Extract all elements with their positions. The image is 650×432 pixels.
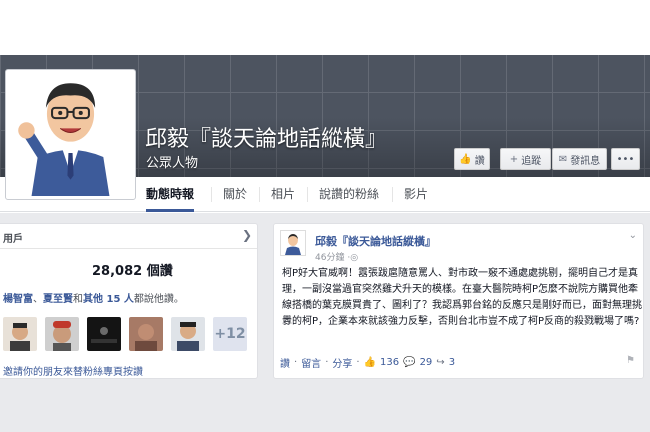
comment-button[interactable]: 留言 <box>301 355 321 370</box>
like-page-button[interactable]: 👍 讚 <box>454 148 490 170</box>
likers-suffix: 都說他讚。 <box>133 294 184 305</box>
invite-friends-link[interactable]: 邀請你的朋友來替粉絲專頁按讚 <box>3 363 143 378</box>
tab-divider <box>211 187 212 202</box>
thumbs-up-icon: 👍 <box>459 153 472 165</box>
share-count[interactable]: 3 <box>449 357 455 368</box>
tab-videos[interactable]: 影片 <box>404 177 428 212</box>
chevron-right-icon[interactable]: ❯ <box>242 228 252 242</box>
avatar[interactable] <box>45 317 79 351</box>
follow-button[interactable]: + 追蹤 <box>500 148 551 170</box>
likes-card: 用戶 ❯ 28,082 個讚 楊智富、夏至賢和其他 15 人都說他讚。 +12 … <box>0 223 258 379</box>
likes-card-header[interactable]: 用戶 ❯ <box>0 224 257 249</box>
likes-card-title: 用戶 <box>3 234 23 245</box>
tab-about[interactable]: 關於 <box>223 177 247 212</box>
friend-avatars: +12 <box>3 317 247 351</box>
tab-timeline[interactable]: 動態時報 <box>146 177 195 212</box>
avatar[interactable] <box>171 317 205 351</box>
cartoon-avatar-icon <box>281 231 305 255</box>
tab-divider <box>307 187 308 202</box>
post-timestamp[interactable]: 46分鐘 ·◎ <box>315 250 358 263</box>
and-text: 和 <box>73 294 83 305</box>
tab-photos[interactable]: 相片 <box>271 177 295 212</box>
follow-button-label: 追蹤 <box>521 155 542 167</box>
comment-count[interactable]: 29 <box>420 357 433 368</box>
post-author-avatar[interactable] <box>280 230 306 256</box>
comment-icon: 💬 <box>403 357 416 368</box>
friends-who-like: 楊智富、夏至賢和其他 15 人都說他讚。 <box>3 294 184 305</box>
like-post-button[interactable]: 讚 <box>280 355 290 370</box>
plus-icon: + <box>509 153 519 165</box>
post-body: 柯P好大官威啊！囂張跋扈隨意罵人、對市政一竅不通處處挑剔，擺明自己才是真理，一副… <box>282 268 642 327</box>
avatar[interactable] <box>87 317 121 351</box>
profile-picture[interactable] <box>5 69 136 200</box>
tab-divider <box>259 187 260 202</box>
chevron-down-icon[interactable]: ⌄ <box>629 230 637 241</box>
message-button[interactable]: ✉ 發訊息 <box>552 148 607 170</box>
others-link[interactable]: 其他 15 人 <box>83 294 134 305</box>
friend-link[interactable]: 楊智富 <box>3 294 33 305</box>
likes-count: 28,082 個讚 <box>92 264 173 279</box>
flag-icon[interactable]: ⚑ <box>626 355 635 366</box>
page-title[interactable]: 邱毅『談天論地話縱橫』 <box>145 121 387 153</box>
post-author-name[interactable]: 邱毅『談天論地話縱橫』 <box>315 233 436 249</box>
avatar[interactable] <box>3 317 37 351</box>
message-icon: ✉ <box>558 153 568 165</box>
page-category: 公眾人物 <box>146 156 199 171</box>
share-button[interactable]: 分享 <box>332 355 352 370</box>
like-button-label: 讚 <box>474 155 485 167</box>
tab-divider <box>392 187 393 202</box>
thumbs-up-icon: 👍 <box>363 357 377 368</box>
friend-link[interactable]: 夏至賢 <box>43 294 73 305</box>
cartoon-portrait-icon <box>9 73 132 196</box>
globe-icon: ·◎ <box>347 253 359 263</box>
avatar[interactable] <box>129 317 163 351</box>
like-count[interactable]: 136 <box>380 357 399 368</box>
post-actions: 讚 · 留言 · 分享 · 👍 136 💬 29 ↪ 3 <box>280 355 456 370</box>
post-time-text: 46分鐘 <box>315 253 345 263</box>
more-friends-button[interactable]: +12 <box>213 317 247 351</box>
share-icon: ↪ <box>436 357 445 368</box>
more-dots-icon: ••• <box>616 153 635 165</box>
timeline-post: 邱毅『談天論地話縱橫』 46分鐘 ·◎ ⌄ 柯P好大官威啊！囂張跋扈隨意罵人、對… <box>273 223 644 379</box>
invite-link-text: 邀請你的朋友來替粉絲專頁按讚 <box>3 367 143 378</box>
message-button-label: 發訊息 <box>570 155 601 167</box>
tab-likes[interactable]: 說讚的粉絲 <box>319 177 379 212</box>
more-options-button[interactable]: ••• <box>611 148 640 170</box>
